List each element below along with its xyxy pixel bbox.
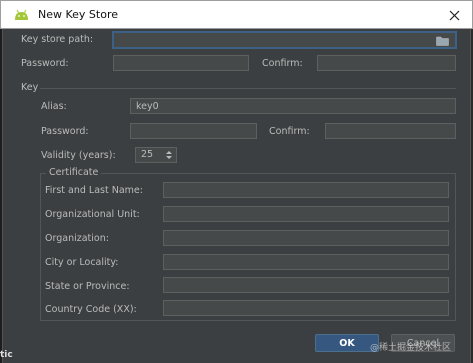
cert-org-label: Organization: — [45, 233, 109, 244]
close-icon — [449, 10, 459, 21]
cert-org-unit-label: Organizational Unit: — [45, 209, 140, 220]
cert-country-label: Country Code (XX): — [45, 304, 137, 315]
cert-org-unit-input[interactable] — [163, 206, 449, 222]
certificate-section-label: Certificate — [46, 167, 102, 178]
keystore-path-input[interactable] — [113, 32, 456, 48]
key-password-label: Password: — [41, 126, 89, 137]
cert-city-label: City or Locality: — [45, 257, 119, 268]
background-partial-text: tic — [0, 350, 13, 360]
cert-state-label: State or Province: — [45, 281, 130, 292]
keystore-confirm-label: Confirm: — [262, 58, 303, 69]
key-confirm-label: Confirm: — [269, 126, 310, 137]
android-icon — [15, 9, 28, 20]
cert-country-input[interactable] — [163, 300, 449, 316]
close-button[interactable] — [438, 4, 470, 27]
keystore-password-label: Password: — [21, 58, 69, 69]
window-title: New Key Store — [38, 8, 119, 21]
alias-input[interactable] — [130, 98, 456, 114]
cert-org-input[interactable] — [163, 230, 449, 246]
folder-icon[interactable] — [436, 36, 449, 46]
title-bar: New Key Store — [0, 0, 473, 29]
watermark: @稀土掘金技术社区 — [370, 343, 452, 353]
keystore-path-label: Key store path: — [21, 34, 94, 45]
alias-label: Alias: — [41, 101, 67, 112]
key-section-divider — [40, 88, 456, 89]
spinner-arrows-icon[interactable] — [163, 149, 175, 161]
keystore-password-input[interactable] — [113, 55, 249, 71]
cert-name-input[interactable] — [163, 182, 449, 198]
key-confirm-input[interactable] — [325, 123, 456, 139]
keystore-confirm-input[interactable] — [317, 55, 456, 71]
key-section-label: Key — [21, 82, 39, 93]
validity-value: 25 — [141, 149, 154, 160]
key-password-input[interactable] — [130, 123, 257, 139]
cert-state-input[interactable] — [163, 277, 449, 293]
validity-spinner[interactable]: 25 — [135, 147, 177, 163]
validity-label: Validity (years): — [41, 150, 116, 161]
cert-city-input[interactable] — [163, 254, 449, 270]
cert-name-label: First and Last Name: — [45, 185, 143, 196]
